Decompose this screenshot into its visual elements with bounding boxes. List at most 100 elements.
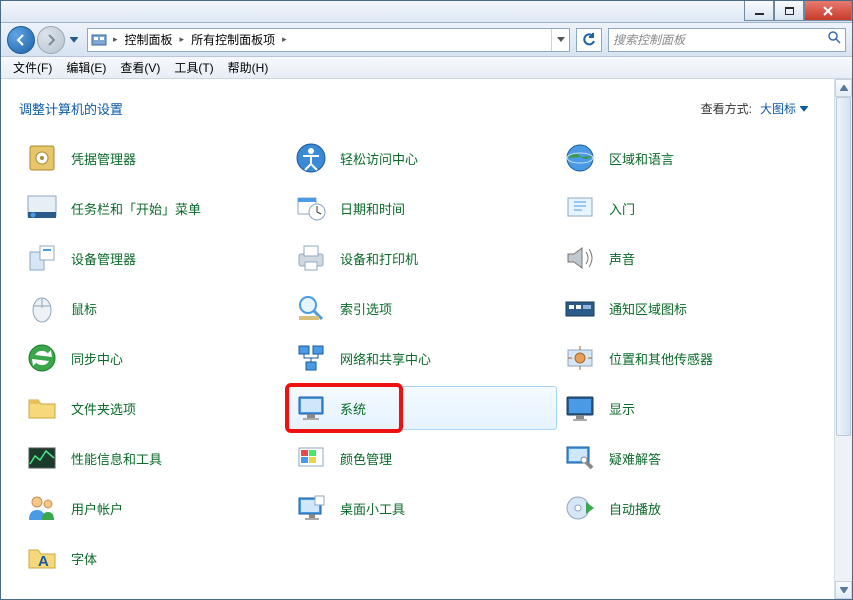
item-label: 任务栏和「开始」菜单 xyxy=(71,199,201,218)
getting-started-icon xyxy=(563,191,597,225)
item-label: 用户帐户 xyxy=(71,499,123,518)
item-label: 凭据管理器 xyxy=(71,149,136,168)
item-getting-started[interactable]: 入门 xyxy=(557,186,826,230)
address-history-dropdown[interactable] xyxy=(551,29,569,51)
item-region-language[interactable]: 区域和语言 xyxy=(557,136,826,180)
item-indexing-options[interactable]: 索引选项 xyxy=(288,286,557,330)
breadcrumb-caret-icon: ▸ xyxy=(177,34,188,45)
mouse-icon xyxy=(25,291,59,325)
troubleshoot-icon xyxy=(563,441,597,475)
item-label: 通知区域图标 xyxy=(609,299,687,318)
tray-icon xyxy=(563,291,597,325)
address-bar[interactable]: ▸ 控制面板 ▸ 所有控制面板项 ▸ xyxy=(87,28,570,52)
taskbar-icon xyxy=(25,191,59,225)
item-label: 文件夹选项 xyxy=(71,399,136,418)
performance-icon xyxy=(25,441,59,475)
content-area: 调整计算机的设置 查看方式: 大图标 凭据管理器 轻松访问中心 xyxy=(1,79,852,599)
item-troubleshooting[interactable]: 疑难解答 xyxy=(557,436,826,480)
close-button[interactable] xyxy=(804,1,852,21)
item-label: 显示 xyxy=(609,399,635,418)
search-box[interactable] xyxy=(608,28,846,52)
item-mouse[interactable]: 鼠标 xyxy=(19,286,288,330)
item-devices-printers[interactable]: 设备和打印机 xyxy=(288,236,557,280)
item-performance-info[interactable]: 性能信息和工具 xyxy=(19,436,288,480)
menu-edit[interactable]: 编辑(E) xyxy=(60,57,112,78)
item-system[interactable]: 系统 xyxy=(288,386,557,430)
users-icon xyxy=(25,491,59,525)
item-folder-options[interactable]: 文件夹选项 xyxy=(19,386,288,430)
ease-of-access-icon xyxy=(294,141,328,175)
maximize-button[interactable] xyxy=(774,1,804,21)
item-fonts[interactable]: A 字体 xyxy=(19,536,288,580)
item-network-sharing[interactable]: 网络和共享中心 xyxy=(288,336,557,380)
menu-file[interactable]: 文件(F) xyxy=(7,57,58,78)
item-location-sensors[interactable]: 位置和其他传感器 xyxy=(557,336,826,380)
breadcrumb-item-2[interactable]: 所有控制面板项 xyxy=(187,29,279,51)
item-notification-area[interactable]: 通知区域图标 xyxy=(557,286,826,330)
menu-tools[interactable]: 工具(T) xyxy=(168,57,219,78)
item-label: 疑难解答 xyxy=(609,449,661,468)
menu-view[interactable]: 查看(V) xyxy=(114,57,166,78)
item-label: 位置和其他传感器 xyxy=(609,349,713,368)
scroll-up-button[interactable] xyxy=(835,79,852,97)
item-color-management[interactable]: 颜色管理 xyxy=(288,436,557,480)
control-panel-window: ▸ 控制面板 ▸ 所有控制面板项 ▸ 文件(F) 编辑(E) 查看(V) 工具(… xyxy=(0,0,853,600)
item-label: 轻松访问中心 xyxy=(340,149,418,168)
item-credential-manager[interactable]: 凭据管理器 xyxy=(19,136,288,180)
folder-icon xyxy=(25,391,59,425)
item-label: 日期和时间 xyxy=(340,199,405,218)
item-label: 字体 xyxy=(71,549,97,568)
item-label: 设备和打印机 xyxy=(340,249,418,268)
item-ease-of-access[interactable]: 轻松访问中心 xyxy=(288,136,557,180)
forward-button[interactable] xyxy=(37,26,65,54)
scroll-track[interactable] xyxy=(835,97,852,581)
item-sync-center[interactable]: 同步中心 xyxy=(19,336,288,380)
breadcrumb-item-1[interactable]: 控制面板 xyxy=(121,29,177,51)
color-icon xyxy=(294,441,328,475)
autoplay-icon xyxy=(563,491,597,525)
refresh-button[interactable] xyxy=(576,28,602,52)
minimize-button[interactable] xyxy=(744,1,774,21)
menubar: 文件(F) 编辑(E) 查看(V) 工具(T) 帮助(H) xyxy=(1,57,852,79)
control-panel-icon xyxy=(88,32,110,48)
item-label: 同步中心 xyxy=(71,349,123,368)
item-label: 区域和语言 xyxy=(609,149,674,168)
sensor-icon xyxy=(563,341,597,375)
view-mode-selector[interactable]: 查看方式: 大图标 xyxy=(701,100,808,117)
search-input[interactable] xyxy=(613,33,827,47)
sync-icon xyxy=(25,341,59,375)
network-icon xyxy=(294,341,328,375)
back-button[interactable] xyxy=(7,26,35,54)
menu-help[interactable]: 帮助(H) xyxy=(222,57,275,78)
search-icon[interactable] xyxy=(827,30,841,49)
item-taskbar-start[interactable]: 任务栏和「开始」菜单 xyxy=(19,186,288,230)
item-date-time[interactable]: 日期和时间 xyxy=(288,186,557,230)
vertical-scrollbar[interactable] xyxy=(834,79,852,599)
breadcrumb-caret-icon: ▸ xyxy=(110,34,121,45)
speaker-icon xyxy=(563,241,597,275)
scroll-thumb[interactable] xyxy=(836,97,851,436)
titlebar xyxy=(1,1,852,23)
system-icon xyxy=(294,391,328,425)
item-label: 网络和共享中心 xyxy=(340,349,431,368)
item-desktop-gadgets[interactable]: 桌面小工具 xyxy=(288,486,557,530)
item-label: 系统 xyxy=(340,399,366,418)
view-mode-value[interactable]: 大图标 xyxy=(760,100,808,117)
item-display[interactable]: 显示 xyxy=(557,386,826,430)
svg-text:A: A xyxy=(38,553,49,570)
nav-history-dropdown[interactable] xyxy=(67,26,81,54)
item-label: 索引选项 xyxy=(340,299,392,318)
scroll-down-button[interactable] xyxy=(835,581,852,599)
safe-icon xyxy=(25,141,59,175)
item-autoplay[interactable]: 自动播放 xyxy=(557,486,826,530)
item-sound[interactable]: 声音 xyxy=(557,236,826,280)
chevron-down-icon xyxy=(800,106,808,112)
item-user-accounts[interactable]: 用户帐户 xyxy=(19,486,288,530)
gadgets-icon xyxy=(294,491,328,525)
fonts-icon: A xyxy=(25,541,59,575)
heading-row: 调整计算机的设置 查看方式: 大图标 xyxy=(19,99,826,118)
item-device-manager[interactable]: 设备管理器 xyxy=(19,236,288,280)
items-grid: 凭据管理器 轻松访问中心 区域和语言 任务栏和「开始」菜单 日期和时 xyxy=(19,136,826,580)
item-label: 设备管理器 xyxy=(71,249,136,268)
item-label: 声音 xyxy=(609,249,635,268)
